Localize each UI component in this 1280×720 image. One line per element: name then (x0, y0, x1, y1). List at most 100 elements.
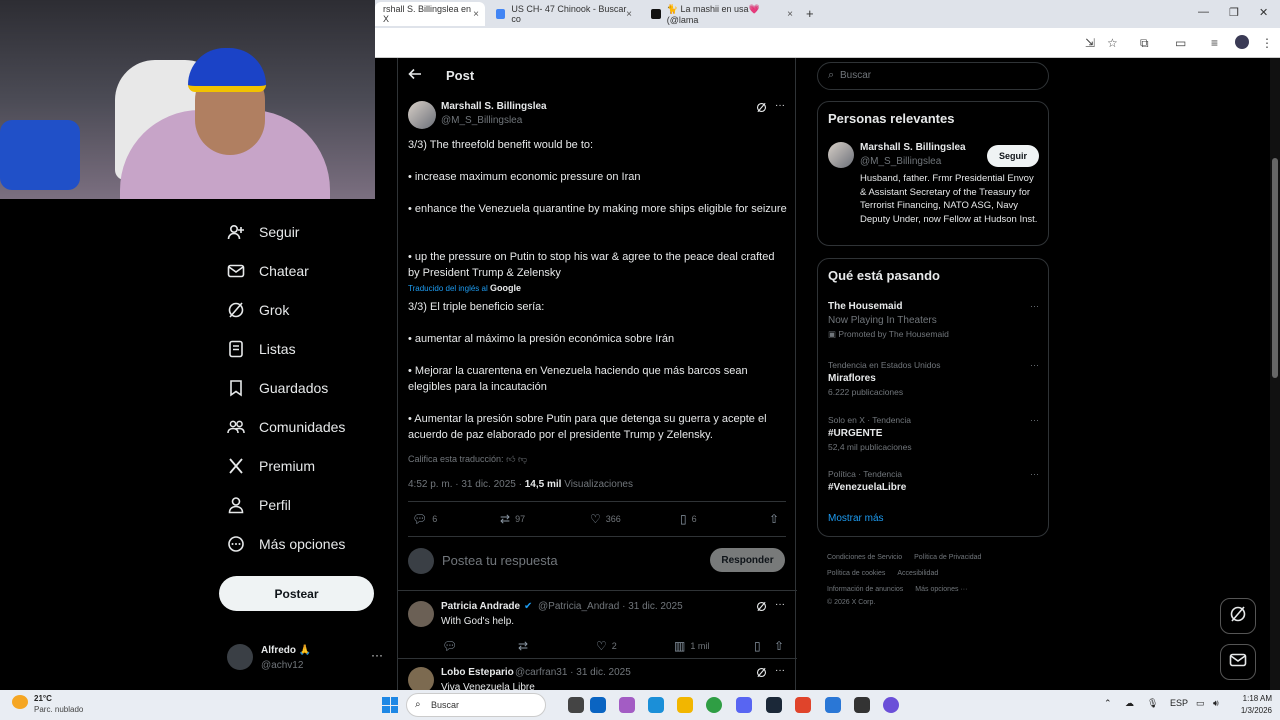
footer-link[interactable]: Política de Privacidad (914, 554, 981, 561)
back-arrow-icon[interactable] (408, 67, 422, 84)
tab-close-icon[interactable]: × (473, 9, 479, 20)
tab-close-icon[interactable]: × (787, 9, 793, 20)
post-button[interactable]: Postear (219, 576, 374, 611)
app-icon[interactable] (883, 697, 899, 713)
new-tab-button[interactable]: + (806, 6, 814, 21)
comment-author[interactable]: Patricia Andrade (441, 601, 520, 612)
outlook-icon[interactable] (590, 697, 606, 713)
account-more-icon[interactable]: ··· (371, 648, 383, 662)
comment-item[interactable]: Lobo Estepario @carfran31 · 31 dic. 2025… (398, 667, 795, 690)
more-options-icon[interactable]: ··· (1030, 469, 1039, 479)
scrollbar[interactable] (1270, 58, 1280, 690)
search-input[interactable]: ⌕ Buscar (817, 62, 1049, 90)
nav-item-chatear[interactable]: Chatear (218, 256, 309, 286)
avatar[interactable] (408, 667, 434, 690)
trend-item[interactable]: The Housemaid Now Playing In Theaters ▣ … (828, 301, 1043, 340)
chrome-icon[interactable] (706, 697, 722, 713)
grok-icon[interactable] (756, 102, 767, 116)
scrollbar-thumb[interactable] (1272, 158, 1278, 378)
repost-button[interactable]: ⇄ (518, 639, 533, 653)
views-button[interactable]: ▥ 1 mil (674, 639, 709, 653)
reading-list-icon[interactable]: ≡ (1211, 36, 1218, 50)
grok-icon[interactable] (756, 601, 767, 615)
file-explorer-icon[interactable] (677, 697, 693, 713)
footer-link[interactable]: Accesibilidad (897, 570, 938, 577)
obs-icon[interactable] (854, 697, 870, 713)
more-options-icon[interactable]: ··· (1030, 360, 1039, 370)
display-icon[interactable]: ▭ (1196, 698, 1205, 709)
bookmark-button[interactable]: ▯ 6 (680, 512, 697, 526)
nav-item-grok[interactable]: Grok (218, 295, 289, 325)
more-options-icon[interactable]: ··· (1030, 301, 1039, 311)
footer-link[interactable]: Información de anuncios (827, 586, 903, 593)
task-view-icon[interactable] (568, 697, 584, 713)
minimize-button[interactable]: — (1198, 6, 1209, 18)
footer-link[interactable]: Política de cookies (827, 570, 885, 577)
tab-x-post[interactable]: rshall S. Billingslea en X × (375, 2, 485, 26)
nav-item-seguir[interactable]: Seguir (218, 217, 299, 247)
app-icon[interactable] (825, 697, 841, 713)
tray-expand-icon[interactable]: ⌃ (1104, 698, 1112, 709)
language-indicator[interactable]: ESP (1170, 698, 1188, 708)
reply-button[interactable]: 💬︎ (442, 639, 462, 653)
network-icon[interactable]: ☁ (1125, 698, 1134, 709)
more-options-icon[interactable]: ··· (1030, 415, 1039, 425)
trend-item[interactable]: Tendencia en Estados Unidos Miraflores 6… (828, 360, 1043, 397)
nav-item-perfil[interactable]: Perfil (218, 490, 291, 520)
close-window-button[interactable]: ✕ (1259, 6, 1268, 19)
maximize-button[interactable]: ❐ (1229, 6, 1239, 19)
copilot-icon[interactable] (619, 697, 635, 713)
reply-button[interactable]: 💬︎ 6 (412, 512, 437, 526)
mic-icon[interactable]: 🎙︎ (1147, 698, 1158, 709)
account-switcher[interactable]: Alfredo 🙏 @achv12 ··· (227, 644, 387, 676)
taskbar-search[interactable]: ⌕ Buscar (406, 693, 546, 717)
avatar[interactable] (828, 142, 854, 168)
comment-item[interactable]: Patricia Andrade ✔ @Patricia_Andrad · 31… (398, 599, 795, 653)
steam-icon[interactable] (766, 697, 782, 713)
brave-icon[interactable] (795, 697, 811, 713)
nav-item-mas-opciones[interactable]: Más opciones (218, 529, 345, 559)
trend-item[interactable]: Solo en X · Tendencia #URGENTE 52,4 mil … (828, 415, 1043, 452)
author-avatar[interactable] (408, 101, 436, 129)
footer-link[interactable]: Más opciones ··· (915, 586, 967, 593)
nav-item-guardados[interactable]: Guardados (218, 373, 328, 403)
profile-avatar[interactable] (1235, 35, 1249, 49)
avatar[interactable] (408, 601, 434, 627)
trend-item[interactable]: Política · Tendencia #VenezuelaLibre ··· (828, 469, 1043, 493)
show-more-link[interactable]: Mostrar más (828, 513, 884, 524)
thumbs-up-icon[interactable]: 👍︎ (506, 454, 515, 464)
edge-icon[interactable] (648, 697, 664, 713)
tab-tiktok[interactable]: 🐈 La mashii en usa💗 (@lama × (643, 2, 799, 26)
like-button[interactable]: ♡ 366 (590, 512, 621, 526)
split-screen-icon[interactable]: ▭ (1175, 36, 1186, 50)
grok-icon[interactable] (756, 667, 767, 681)
repost-button[interactable]: ⇄ 97 (500, 512, 525, 526)
nav-item-premium[interactable]: Premium (218, 451, 315, 481)
nav-item-listas[interactable]: Listas (218, 334, 296, 364)
star-icon[interactable]: ☆ (1107, 36, 1118, 50)
author-handle[interactable]: @M_S_Billingslea (441, 115, 522, 126)
install-icon[interactable]: ⇲ (1085, 36, 1095, 50)
extensions-icon[interactable]: ⧉ (1140, 36, 1149, 51)
menu-icon[interactable]: ⋮ (1261, 36, 1273, 50)
comment-handle[interactable]: @carfran31 · 31 dic. 2025 (515, 667, 631, 678)
discord-icon[interactable] (736, 697, 752, 713)
author-name[interactable]: Marshall S. Billingslea (441, 101, 547, 112)
more-options-icon[interactable]: ··· (775, 667, 785, 676)
like-button[interactable]: ♡ 2 (596, 639, 617, 653)
relevant-handle[interactable]: @M_S_Billingslea (860, 156, 941, 167)
grok-fab[interactable] (1220, 598, 1256, 634)
comment-author[interactable]: Lobo Estepario (441, 667, 514, 678)
bookmark-button[interactable]: ▯ (754, 639, 766, 653)
post-time[interactable]: 4:52 p. m. · 31 dic. 2025 · (408, 479, 525, 490)
comment-handle[interactable]: @Patricia_Andrad · 31 dic. 2025 (538, 601, 683, 612)
nav-item-comunidades[interactable]: Comunidades (218, 412, 345, 442)
follow-button[interactable]: Seguir (987, 145, 1039, 167)
share-button[interactable]: ⇧ (774, 639, 789, 653)
more-options-icon[interactable]: ··· (775, 100, 785, 111)
tab-chinook-search[interactable]: US CH- 47 Chinook - Buscar co × (488, 2, 638, 26)
relevant-name[interactable]: Marshall S. Billingslea (860, 142, 966, 153)
start-button[interactable] (382, 697, 398, 713)
messages-fab[interactable] (1220, 644, 1256, 680)
volume-icon[interactable]: 🔊︎ (1213, 698, 1219, 709)
